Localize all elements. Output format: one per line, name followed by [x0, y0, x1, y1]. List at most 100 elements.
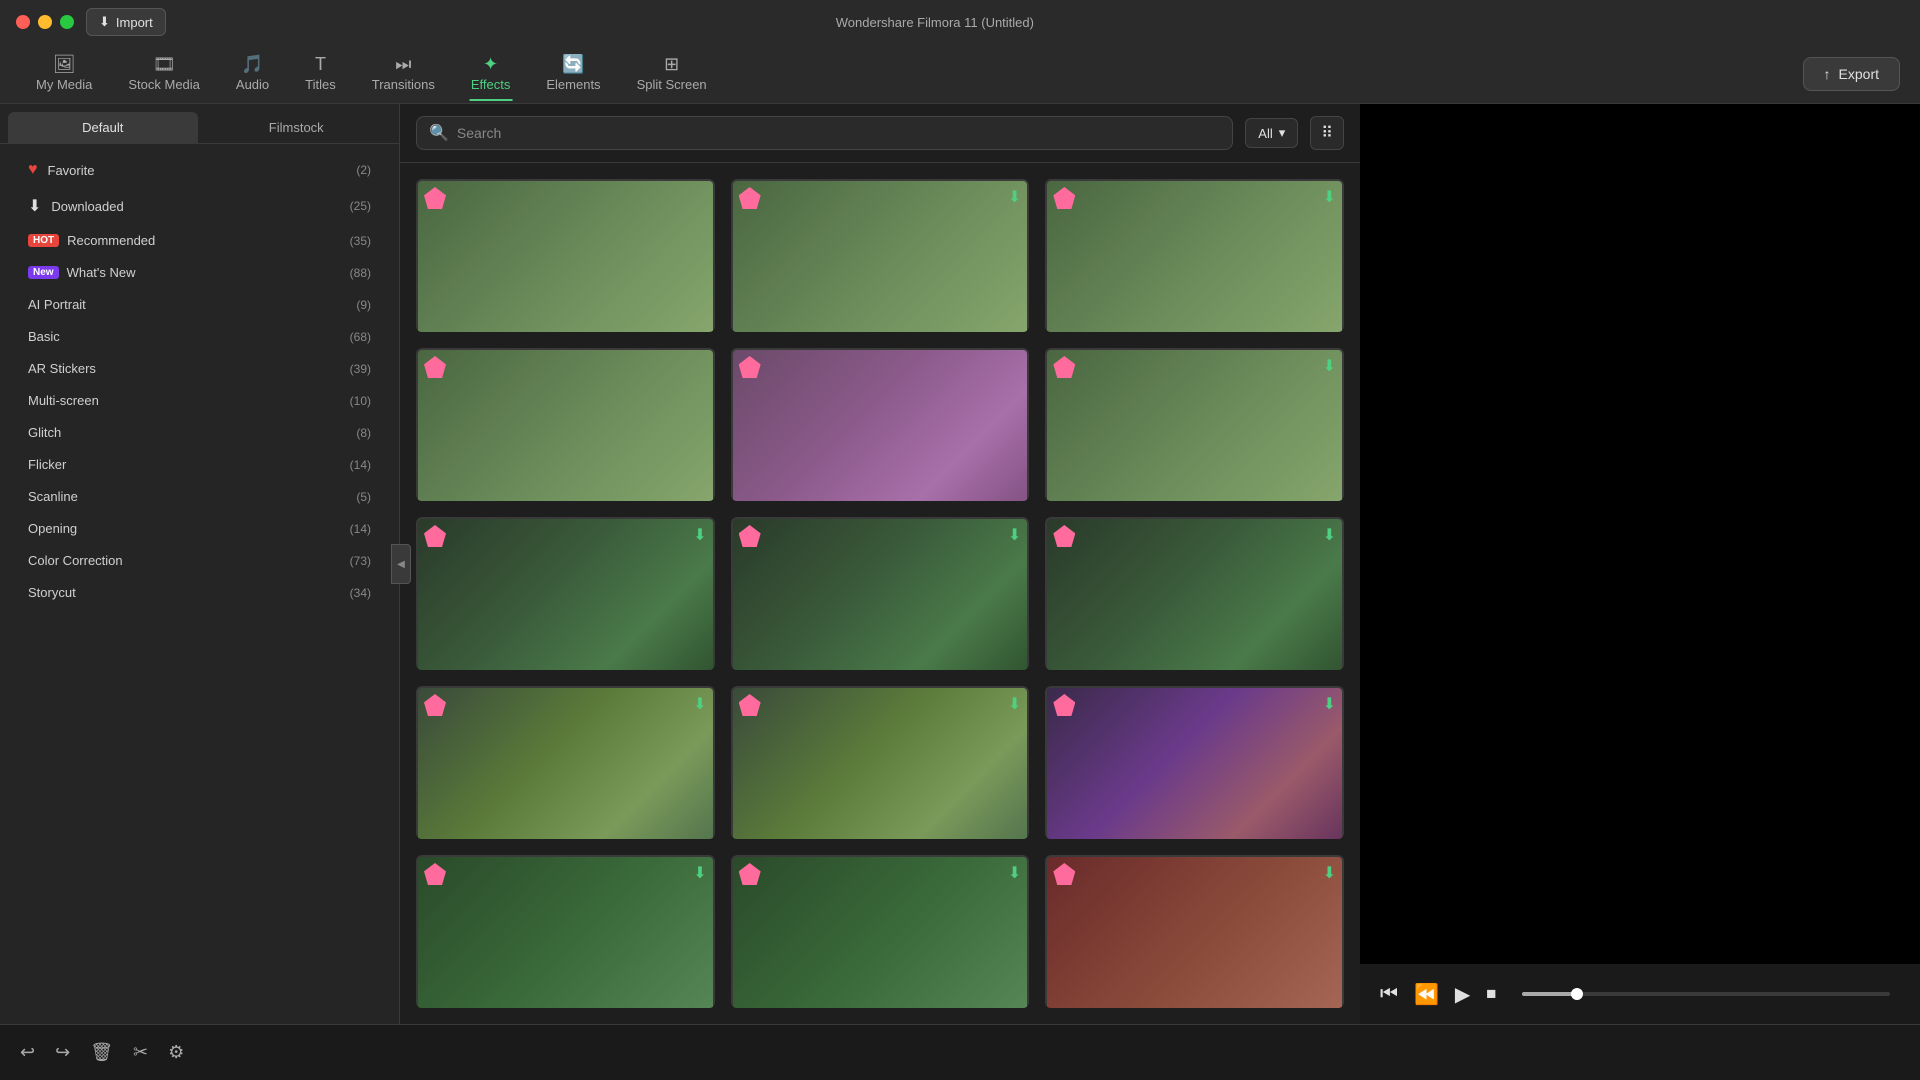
sidebar-count-storycut: (34) — [350, 586, 371, 600]
effect-card-9[interactable]: ⬇ VHS And...Overlay 03 — [1045, 517, 1344, 670]
effect-card-1[interactable]: VHS And...1 Overlay 01 — [416, 179, 715, 332]
sidebar-count-flicker: (14) — [350, 458, 371, 472]
progress-fill — [1522, 992, 1577, 996]
sidebar-label-ar-stickers: AR Stickers — [28, 361, 350, 376]
effect-thumb-10: ⬇ — [416, 686, 715, 839]
download-icon: ⬇ — [1008, 694, 1021, 714]
sidebar-item-my-media[interactable]: 🖼 My Media — [20, 47, 108, 100]
sidebar-item-ai-portrait[interactable]: AI Portrait (9) — [8, 289, 391, 320]
rewind-button[interactable]: ⏮ — [1380, 983, 1398, 1006]
effect-card-3[interactable]: ⬇ VHS And...1 Overlay 03 — [1045, 179, 1344, 332]
effect-card-5[interactable]: VHS And...1 Overlay 05 — [731, 348, 1030, 501]
import-label: Import — [116, 15, 153, 30]
sidebar-label-color-correction: Color Correction — [28, 553, 350, 568]
tab-filmstock[interactable]: Filmstock — [202, 112, 392, 143]
window-controls — [16, 15, 74, 29]
main-content: Default Filmstock ♥ Favorite (2) ⬇ Downl… — [0, 104, 1920, 1024]
content-toolbar: 🔍 All ▾ ⠿ — [400, 104, 1360, 163]
sidebar-item-scanline[interactable]: Scanline (5) — [8, 481, 391, 512]
premium-icon — [739, 525, 761, 547]
sidebar-item-ar-stickers[interactable]: AR Stickers (39) — [8, 353, 391, 384]
effect-card-13[interactable]: ⬇ — [416, 855, 715, 1008]
effect-thumb-2: ⬇ — [731, 179, 1030, 332]
titlebar: ⬇ Import Wondershare Filmora 11 (Untitle… — [0, 0, 1920, 44]
download-icon: ⬇ — [693, 525, 706, 545]
progress-bar[interactable] — [1522, 992, 1890, 996]
sidebar-count-downloaded: (25) — [350, 199, 371, 213]
play-button[interactable]: ▶ — [1455, 982, 1470, 1007]
new-badge: New — [28, 266, 59, 279]
favorite-icon: ♥ — [28, 161, 38, 179]
import-button[interactable]: ⬇ Import — [86, 8, 166, 36]
effect-card-2[interactable]: ⬇ VHS And...1 Overlay 02 — [731, 179, 1030, 332]
sidebar-item-split-screen[interactable]: ⊞ Split Screen — [621, 47, 723, 100]
download-icon: ⬇ — [1008, 863, 1021, 883]
sidebar-item-flicker[interactable]: Flicker (14) — [8, 449, 391, 480]
effect-thumb-15: ⬇ — [1045, 855, 1344, 1008]
step-back-button[interactable]: ⏪ — [1414, 982, 1439, 1007]
effect-card-6[interactable]: ⬇ VHS And...1 Overlay 06 — [1045, 348, 1344, 501]
redo-button[interactable]: ↪ — [55, 1042, 70, 1063]
sidebar-item-favorite[interactable]: ♥ Favorite (2) — [8, 153, 391, 187]
cut-button[interactable]: ✂ — [133, 1042, 148, 1063]
app-title: Wondershare Filmora 11 (Untitled) — [836, 15, 1034, 30]
premium-icon — [1053, 525, 1075, 547]
sidebar-item-storycut[interactable]: Storycut (34) — [8, 577, 391, 608]
effect-card-14[interactable]: ⬇ — [731, 855, 1030, 1008]
undo-button[interactable]: ↩ — [20, 1042, 35, 1063]
effect-thumb-11: ⬇ — [731, 686, 1030, 839]
sidebar-item-stock-media[interactable]: 🎞 Stock Media — [112, 47, 216, 100]
playback-controls: ⏮ ⏪ ▶ ⏹ — [1360, 964, 1920, 1024]
effect-card-4[interactable]: VHS And...1 Overlay 04 — [416, 348, 715, 501]
sidebar-item-effects[interactable]: ✦ Effects — [455, 47, 527, 100]
export-button[interactable]: ↑ Export — [1803, 57, 1900, 91]
stop-button[interactable]: ⏹ — [1486, 983, 1496, 1006]
stock-media-icon: 🎞 — [153, 55, 176, 73]
effect-thumb-13: ⬇ — [416, 855, 715, 1008]
search-input[interactable] — [457, 125, 1220, 141]
sidebar-item-audio[interactable]: 🎵 Audio — [220, 47, 285, 100]
sidebar-label-recommended: Recommended — [67, 233, 350, 248]
sidebar-item-opening[interactable]: Opening (14) — [8, 513, 391, 544]
sidebar-item-downloaded[interactable]: ⬇ Downloaded (25) — [8, 188, 391, 224]
sidebar-item-color-correction[interactable]: Color Correction (73) — [8, 545, 391, 576]
nav-label-titles: Titles — [305, 77, 336, 92]
grid-view-button[interactable]: ⠿ — [1310, 116, 1344, 150]
search-icon: 🔍 — [429, 123, 449, 143]
effect-card-10[interactable]: ⬇ VHS And...Overlay 04 — [416, 686, 715, 839]
effect-card-8[interactable]: ⬇ VHS And...Overlay 02 — [731, 517, 1030, 670]
sidebar-item-elements[interactable]: 🔄 Elements — [530, 47, 616, 100]
delete-button[interactable]: 🗑 — [90, 1042, 113, 1063]
sidebar-item-whats-new[interactable]: New What's New (88) — [8, 257, 391, 288]
effect-card-12[interactable]: ⬇ VHS And...Overlay 05 — [1045, 686, 1344, 839]
sidebar-item-glitch[interactable]: Glitch (8) — [8, 417, 391, 448]
sidebar-item-basic[interactable]: Basic (68) — [8, 321, 391, 352]
effect-thumb-1 — [416, 179, 715, 332]
search-box: 🔍 — [416, 116, 1233, 150]
effect-card-7[interactable]: ⬇ VHS And...2 Overlay 01 — [416, 517, 715, 670]
close-button[interactable] — [16, 15, 30, 29]
content-panel: 🔍 All ▾ ⠿ VHS A — [400, 104, 1360, 1024]
right-panel: ⏮ ⏪ ▶ ⏹ — [1360, 104, 1920, 1024]
download-icon: ⬇ — [1323, 187, 1336, 207]
sidebar-count-recommended: (35) — [350, 234, 371, 248]
sidebar-item-multi-screen[interactable]: Multi-screen (10) — [8, 385, 391, 416]
navbar: 🖼 My Media 🎞 Stock Media 🎵 Audio T Title… — [0, 44, 1920, 104]
minimize-button[interactable] — [38, 15, 52, 29]
filter-button[interactable]: All ▾ — [1245, 118, 1298, 148]
titlebar-left: ⬇ Import — [16, 8, 166, 36]
effect-card-11[interactable]: ⬇ VHS And...Overlay 06 — [731, 686, 1030, 839]
effect-card-15[interactable]: ⬇ — [1045, 855, 1344, 1008]
sidebar-item-titles[interactable]: T Titles — [289, 47, 352, 100]
sidebar-item-recommended[interactable]: HOT Recommended (35) — [8, 225, 391, 256]
download-icon: ⬇ — [693, 863, 706, 883]
nav-label-audio: Audio — [236, 77, 269, 92]
effect-thumb-5 — [731, 348, 1030, 501]
sidebar-item-transitions[interactable]: ⏭ Transitions — [356, 47, 451, 100]
nav-label-stock-media: Stock Media — [128, 77, 200, 92]
bottom-toolbar: ↩ ↪ 🗑 ✂ ⚙ — [0, 1024, 1920, 1080]
settings-button[interactable]: ⚙ — [168, 1042, 184, 1063]
tab-default[interactable]: Default — [8, 112, 198, 143]
panel-collapse-button[interactable]: ◀ — [391, 544, 411, 584]
maximize-button[interactable] — [60, 15, 74, 29]
